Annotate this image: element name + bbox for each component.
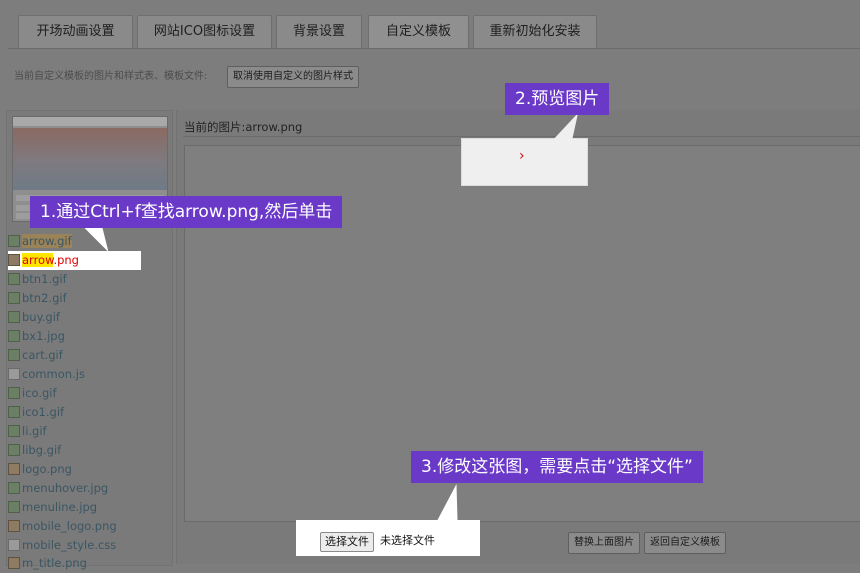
file-item[interactable]: common.js — [8, 365, 85, 384]
gif-file-icon — [8, 444, 20, 456]
choose-file-button[interactable]: 选择文件 — [320, 532, 374, 552]
jpg-file-icon — [8, 330, 20, 342]
file-item[interactable]: ico.gif — [8, 384, 57, 403]
file-item[interactable]: libg.gif — [8, 441, 61, 460]
file-item[interactable]: logo.png — [8, 460, 72, 479]
gif-file-icon — [8, 235, 20, 247]
tab-custom-template[interactable]: 自定义模板 — [368, 15, 469, 48]
tab-reinitialize[interactable]: 重新初始化安装 — [473, 15, 597, 48]
file-item[interactable]: mobile_logo.png — [8, 517, 117, 536]
gif-file-icon — [8, 406, 20, 418]
gif-file-icon — [8, 425, 20, 437]
callout-step1: 1.通过Ctrl+f查找arrow.png,然后单击 — [30, 196, 343, 228]
gif-file-icon — [8, 273, 20, 285]
jpg-file-icon — [8, 501, 20, 513]
file-item[interactable]: btn1.gif — [8, 270, 67, 289]
file-item[interactable]: bx1.jpg — [8, 327, 65, 346]
callout-step3: 3.修改这张图，需要点击“选择文件” — [411, 451, 703, 483]
callout-step2: 2.预览图片 — [505, 83, 610, 115]
arrow-preview-image: › — [519, 148, 525, 164]
file-item[interactable]: menuline.jpg — [8, 498, 97, 517]
css-file-icon — [8, 539, 20, 551]
file-item[interactable]: ico1.gif — [8, 403, 64, 422]
gif-file-icon — [8, 387, 20, 399]
file-item[interactable]: btn2.gif — [8, 289, 67, 308]
file-item[interactable]: menuhover.jpg — [8, 479, 108, 498]
info-text: 当前自定义模板的图片和样式表、模板文件: — [14, 71, 208, 82]
file-status: 未选择文件 — [380, 534, 435, 547]
cancel-custom-style-button[interactable]: 取消使用自定义的图片样式 — [227, 66, 359, 88]
file-item[interactable]: arrow.gif — [8, 232, 72, 251]
png-file-icon — [8, 520, 20, 532]
file-input: 选择文件 未选择文件 — [296, 520, 480, 556]
js-file-icon — [8, 368, 20, 380]
tab-divider — [8, 48, 860, 49]
png-file-icon — [8, 557, 20, 569]
current-image-label: 当前的图片:arrow.png — [184, 120, 303, 134]
file-item[interactable]: cart.gif — [8, 346, 63, 365]
tab-ico-icon[interactable]: 网站ICO图标设置 — [137, 15, 272, 48]
tab-opening-animation[interactable]: 开场动画设置 — [18, 15, 133, 48]
file-item-selected[interactable]: arrow.png — [8, 251, 141, 270]
png-file-icon — [8, 254, 20, 266]
file-item[interactable]: mobile_style.css — [8, 536, 116, 555]
search-highlight: arrow — [22, 253, 54, 267]
gif-file-icon — [8, 349, 20, 361]
back-to-template-button[interactable]: 返回自定义模板 — [644, 532, 726, 554]
replace-image-button[interactable]: 替换上面图片 — [568, 532, 640, 554]
gif-file-icon — [8, 292, 20, 304]
gif-file-icon — [8, 311, 20, 323]
file-item[interactable]: li.gif — [8, 422, 47, 441]
jpg-file-icon — [8, 482, 20, 494]
tab-background[interactable]: 背景设置 — [276, 15, 362, 48]
png-file-icon — [8, 463, 20, 475]
divider — [183, 136, 860, 137]
file-item[interactable]: buy.gif — [8, 308, 60, 327]
